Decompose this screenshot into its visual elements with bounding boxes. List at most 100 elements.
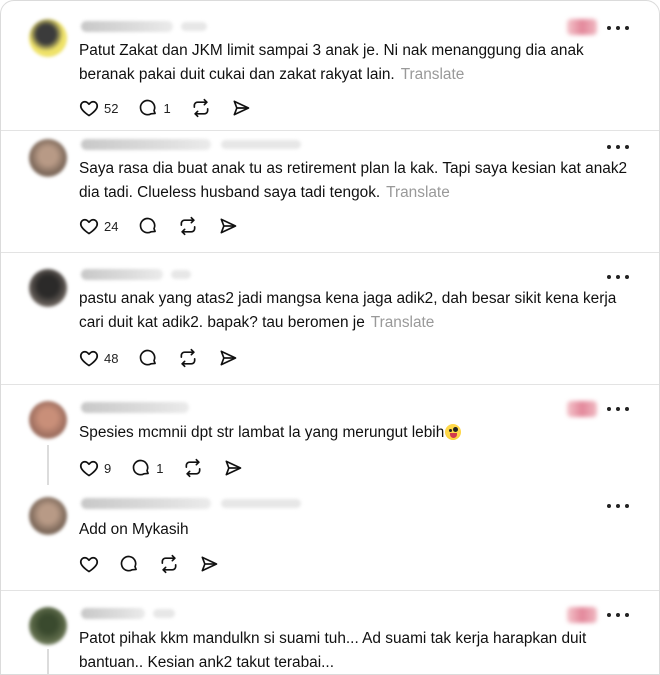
send-icon (220, 218, 237, 234)
post-actions: 24 (79, 215, 258, 237)
heart-icon (79, 100, 99, 117)
repost-button[interactable] (178, 216, 198, 236)
reply-post: pastu anak yang atas2 jadi mangsa kena j… (1, 253, 659, 385)
post-text-content: Saya rasa dia buat anak tu as retirement… (79, 160, 628, 201)
translate-link[interactable]: Translate (386, 184, 450, 201)
avatar[interactable] (29, 139, 67, 177)
more-options-button[interactable] (607, 401, 629, 417)
repost-button[interactable] (183, 458, 203, 478)
reply-button[interactable]: 1 (138, 98, 171, 118)
more-options-button[interactable] (607, 139, 629, 155)
reply-count: 1 (156, 460, 164, 476)
like-button[interactable]: 48 (79, 348, 118, 368)
share-button[interactable] (218, 216, 238, 236)
comment-icon (140, 99, 157, 116)
zany-face-emoji-icon (445, 424, 462, 440)
post-text: pastu anak yang atas2 jadi mangsa kena j… (79, 287, 639, 335)
post-text: Add on Mykasih (79, 518, 639, 542)
post-text-content: pastu anak yang atas2 jadi mangsa kena j… (79, 290, 617, 331)
heart-icon (79, 460, 99, 477)
comment-icon (120, 555, 137, 572)
timestamp-blurred (153, 609, 175, 618)
share-button[interactable] (231, 98, 251, 118)
thread-connector (47, 445, 49, 485)
more-icon (607, 275, 611, 279)
reply-post: Patut Zakat dan JKM limit sampai 3 anak … (1, 1, 659, 131)
timestamp-blurred (181, 22, 207, 31)
post-actions (79, 553, 239, 575)
thread-connector (47, 649, 49, 674)
flag-badge-blurred (567, 401, 597, 417)
username-blurred[interactable] (81, 139, 211, 150)
post-text-content: Spesies mcmnii dpt str lambat la yang me… (79, 424, 445, 441)
post-text: Spesies mcmnii dpt str lambat la yang me… (79, 421, 639, 445)
repost-button[interactable] (191, 98, 211, 118)
avatar[interactable] (29, 19, 67, 57)
reply-button[interactable] (119, 554, 139, 574)
repost-icon (185, 458, 201, 478)
like-count: 9 (104, 460, 112, 476)
post-actions: 48 (79, 347, 258, 369)
avatar[interactable] (29, 497, 67, 535)
post-text: Patut Zakat dan JKM limit sampai 3 anak … (79, 39, 639, 87)
reply-post: Saya rasa dia buat anak tu as retirement… (1, 131, 659, 253)
like-button[interactable] (79, 554, 99, 574)
threads-reply-list: Patut Zakat dan JKM limit sampai 3 anak … (0, 0, 660, 675)
username-blurred[interactable] (81, 269, 163, 280)
post-text: Patot pihak kkm mandulkn si suami tuh...… (79, 627, 639, 674)
more-icon (607, 145, 611, 149)
username-blurred[interactable] (81, 608, 145, 619)
timestamp-blurred (221, 499, 301, 508)
username-blurred[interactable] (81, 498, 211, 509)
username-blurred[interactable] (81, 402, 189, 413)
like-button[interactable]: 9 (79, 458, 111, 478)
reply-post: Spesies mcmnii dpt str lambat la yang me… (1, 385, 659, 489)
comment-icon (132, 459, 150, 476)
post-text: Saya rasa dia buat anak tu as retirement… (79, 157, 639, 205)
share-button[interactable] (223, 458, 243, 478)
reply-button[interactable] (138, 348, 158, 368)
timestamp-blurred (171, 270, 191, 279)
like-button[interactable]: 52 (79, 98, 118, 118)
translate-link[interactable]: Translate (401, 66, 465, 83)
more-options-button[interactable] (607, 498, 629, 514)
translate-link[interactable]: Translate (371, 314, 435, 331)
post-text-content: Patot pihak kkm mandulkn si suami tuh...… (79, 630, 587, 671)
share-button[interactable] (218, 348, 238, 368)
reply-post: Patot pihak kkm mandulkn si suami tuh...… (1, 591, 659, 674)
repost-icon (180, 216, 196, 236)
username-blurred[interactable] (81, 21, 173, 32)
share-button[interactable] (199, 554, 219, 574)
repost-icon (193, 98, 209, 118)
reply-button[interactable]: 1 (131, 458, 163, 478)
repost-button[interactable] (159, 554, 179, 574)
reply-button[interactable] (138, 216, 158, 236)
avatar[interactable] (29, 401, 67, 439)
more-icon (607, 613, 611, 617)
more-icon (607, 26, 611, 30)
flag-badge-blurred (567, 19, 597, 35)
more-options-button[interactable] (607, 20, 629, 36)
send-icon (201, 556, 218, 572)
avatar[interactable] (29, 269, 67, 307)
repost-icon (161, 554, 177, 574)
repost-icon (180, 348, 196, 368)
comment-icon (140, 217, 157, 234)
like-button[interactable]: 24 (79, 216, 118, 236)
flag-badge-blurred (567, 607, 597, 623)
post-actions: 9 1 (79, 457, 263, 479)
heart-icon (79, 556, 99, 573)
more-options-button[interactable] (607, 607, 629, 623)
repost-button[interactable] (178, 348, 198, 368)
send-icon (225, 460, 242, 476)
reply-post: Add on Mykasih (1, 489, 659, 591)
post-text-content: Add on Mykasih (79, 521, 189, 538)
avatar[interactable] (29, 607, 67, 645)
post-actions: 52 1 (79, 97, 271, 119)
more-icon (607, 407, 611, 411)
timestamp-blurred (221, 140, 301, 149)
send-icon (220, 350, 237, 366)
heart-icon (79, 218, 99, 235)
like-count: 52 (104, 100, 119, 116)
more-options-button[interactable] (607, 269, 629, 285)
